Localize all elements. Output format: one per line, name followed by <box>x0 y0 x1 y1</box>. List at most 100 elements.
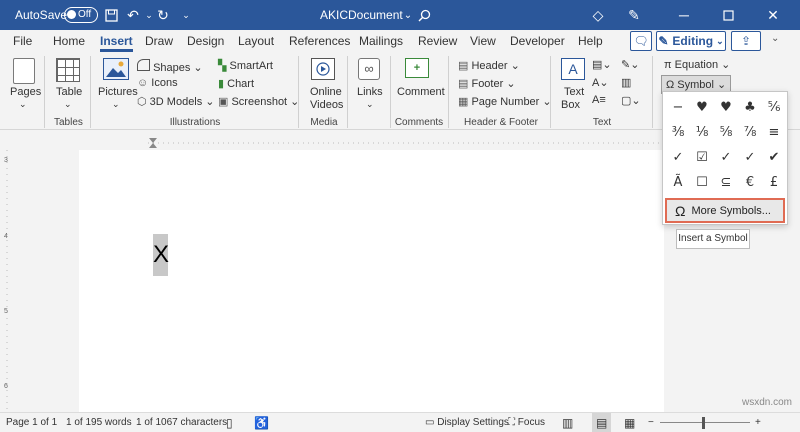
editing-mode-button[interactable]: ✎ Editing ⌄ <box>656 31 726 51</box>
3d-models-button[interactable]: ⬡ 3D Models ⌄ <box>137 95 215 108</box>
equation-button[interactable]: π Equation ⌄ <box>664 58 730 71</box>
page-number-button[interactable]: ▦ Page Number ⌄ <box>458 95 552 108</box>
comment-label[interactable]: Comment <box>397 86 445 98</box>
zoom-slider-thumb[interactable] <box>702 417 705 429</box>
wordart-icon[interactable]: A⌄ <box>592 76 609 89</box>
symbol-cell[interactable]: ⅛ <box>690 120 714 145</box>
links-chevron-icon[interactable]: ⌄ <box>366 99 374 110</box>
page-count[interactable]: Page 1 of 1 <box>6 413 57 432</box>
word-count[interactable]: 1 of 195 words <box>66 413 132 432</box>
textbox-label-1[interactable]: Text <box>564 86 584 98</box>
tab-home[interactable]: Home <box>53 30 85 52</box>
table-label[interactable]: Table <box>56 86 82 98</box>
symbol-cell[interactable]: ⅞ <box>738 120 762 145</box>
date-time-icon[interactable]: ▥ <box>621 76 631 89</box>
ribbon-options-icon[interactable]: ⌄ <box>771 33 779 44</box>
symbol-cell[interactable]: ✔ <box>762 145 786 170</box>
tab-help[interactable]: Help <box>578 30 603 52</box>
symbol-cell[interactable]: Ã <box>666 170 690 195</box>
more-symbols-button[interactable]: Ω More Symbols... <box>665 198 785 223</box>
symbol-cell[interactable]: ⅝ <box>714 120 738 145</box>
comments-button[interactable]: 🗨 <box>630 31 652 51</box>
print-layout-icon[interactable]: ▤ <box>592 413 612 432</box>
tab-layout[interactable]: Layout <box>238 30 274 52</box>
pictures-chevron-icon[interactable]: ⌄ <box>112 99 120 110</box>
autosave-toggle[interactable]: Off <box>64 7 98 23</box>
tab-references[interactable]: References <box>289 30 350 52</box>
symbol-cell[interactable]: ☐ <box>690 170 714 195</box>
dropcap-icon[interactable]: A≡ <box>592 94 606 106</box>
document-page[interactable]: X <box>79 150 664 412</box>
links-icon[interactable]: ∞ <box>358 58 380 80</box>
proofing-icon[interactable]: ▯ <box>226 413 233 432</box>
tab-review[interactable]: Review <box>418 30 457 52</box>
symbol-cell[interactable]: ⅚ <box>762 95 786 120</box>
save-icon[interactable] <box>103 0 119 30</box>
search-icon[interactable] <box>416 0 432 30</box>
pictures-label[interactable]: Pictures <box>98 86 138 98</box>
tab-draw[interactable]: Draw <box>145 30 173 52</box>
symbol-cell[interactable]: £ <box>762 170 786 195</box>
read-mode-icon[interactable]: ▥ <box>562 413 573 432</box>
table-chevron-icon[interactable]: ⌄ <box>64 99 72 110</box>
textbox-label-2[interactable]: Box <box>561 99 580 111</box>
shapes-button[interactable]: Shapes ⌄ <box>137 59 203 74</box>
chart-button[interactable]: ▮ Chart <box>218 77 254 90</box>
web-layout-icon[interactable]: ▦ <box>624 413 635 432</box>
tab-view[interactable]: View <box>470 30 496 52</box>
redo-icon[interactable]: ↻ <box>155 0 171 30</box>
signature-icon[interactable]: ✎⌄ <box>621 58 639 71</box>
pages-icon[interactable] <box>13 58 35 84</box>
screenshot-button[interactable]: ▣ Screenshot ⌄ <box>218 95 299 108</box>
document-title[interactable]: AKICDocument <box>320 0 403 30</box>
zoom-in-icon[interactable]: + <box>755 413 761 432</box>
textbox-icon[interactable]: A <box>561 58 585 80</box>
online-videos-label-1[interactable]: Online <box>310 86 342 98</box>
symbol-cell[interactable]: ⅜ <box>666 120 690 145</box>
symbol-cell[interactable]: ♣ <box>738 95 762 120</box>
selected-character[interactable]: X <box>153 234 169 276</box>
tab-file[interactable]: File <box>13 30 32 52</box>
tab-insert[interactable]: Insert <box>100 30 133 52</box>
symbol-cell[interactable]: ✓ <box>666 145 690 170</box>
pages-label[interactable]: Pages <box>10 86 41 98</box>
accessibility-icon[interactable]: ♿ <box>254 413 269 432</box>
close-icon[interactable]: ✕ <box>765 0 781 30</box>
comment-icon[interactable]: + <box>405 58 429 78</box>
symbol-cell[interactable]: ≡ <box>762 120 786 145</box>
vertical-ruler[interactable]: 3 4 5 6 <box>0 150 14 412</box>
object-icon[interactable]: ▢⌄ <box>621 94 641 107</box>
icons-button[interactable]: ☺ Icons <box>137 77 178 89</box>
undo-icon[interactable]: ↶ <box>125 0 141 30</box>
online-videos-label-2[interactable]: Videos <box>310 99 343 111</box>
tab-mailings[interactable]: Mailings <box>359 30 403 52</box>
minimize-icon[interactable]: ─ <box>676 0 692 30</box>
header-button[interactable]: ▤ Header ⌄ <box>458 59 520 72</box>
pen-icon[interactable]: ✎ <box>626 0 642 30</box>
character-count[interactable]: 1 of 1067 characters <box>136 413 227 432</box>
symbol-cell[interactable]: ⊆ <box>714 170 738 195</box>
title-chevron-icon[interactable]: ⌄ <box>400 0 416 30</box>
display-settings-button[interactable]: ▭ Display Settings <box>425 413 509 432</box>
symbol-cell[interactable]: ✓ <box>714 145 738 170</box>
premium-icon[interactable]: ◇ <box>590 0 606 30</box>
symbol-cell[interactable]: € <box>738 170 762 195</box>
restore-icon[interactable] <box>720 0 736 30</box>
symbol-cell[interactable]: − <box>666 95 690 120</box>
symbol-cell[interactable]: ✓ <box>738 145 762 170</box>
tab-developer[interactable]: Developer <box>510 30 565 52</box>
zoom-slider[interactable] <box>660 422 750 423</box>
pictures-icon[interactable] <box>103 58 129 80</box>
quick-parts-icon[interactable]: ▤⌄ <box>592 58 612 71</box>
horizontal-ruler[interactable] <box>148 138 666 148</box>
links-label[interactable]: Links <box>357 86 383 98</box>
pages-chevron-icon[interactable]: ⌄ <box>19 99 27 110</box>
zoom-out-icon[interactable]: − <box>648 413 654 432</box>
share-button[interactable]: ⇪ <box>731 31 761 51</box>
symbol-cell[interactable]: ♥ <box>714 95 738 120</box>
smartart-button[interactable]: ▚ SmartArt <box>218 59 273 72</box>
symbol-cell[interactable]: ♥ <box>690 95 714 120</box>
customize-icon[interactable]: ⌄ <box>178 0 194 30</box>
symbol-cell[interactable]: ☑ <box>690 145 714 170</box>
footer-button[interactable]: ▤ Footer ⌄ <box>458 77 516 90</box>
